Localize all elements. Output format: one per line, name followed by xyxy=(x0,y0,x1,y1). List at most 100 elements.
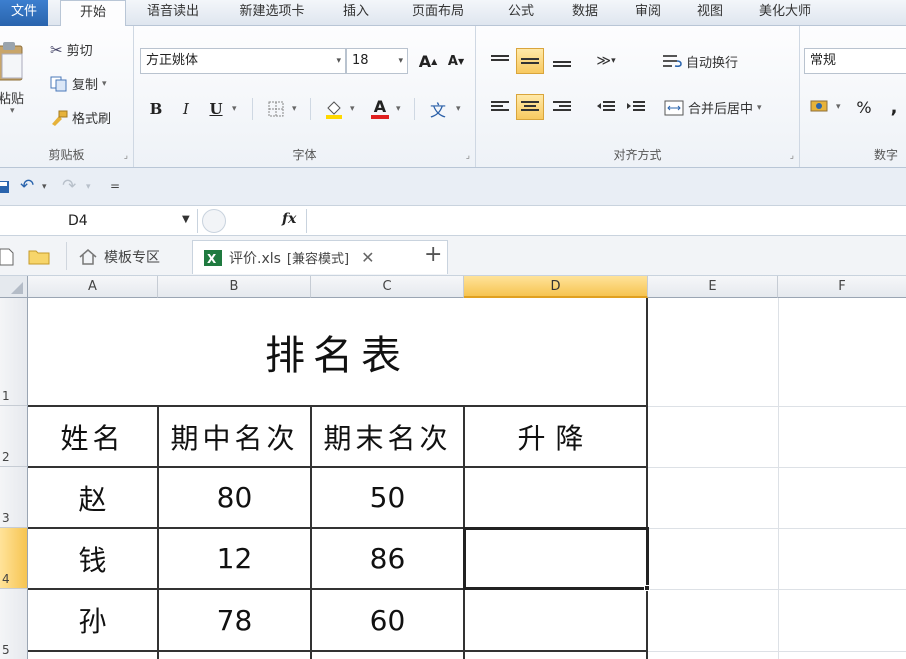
column-header-d[interactable]: D xyxy=(464,276,648,298)
accounting-dropdown-icon[interactable]: ▾ xyxy=(836,102,841,112)
clipboard-launcher-icon[interactable]: ⌟ xyxy=(124,151,128,161)
phonetic-button[interactable]: 文 xyxy=(424,96,452,122)
font-color-dropdown-icon[interactable]: ▾ xyxy=(396,104,401,114)
template-zone-tab[interactable]: 模板专区 xyxy=(78,240,160,274)
tab-data[interactable]: 数据 xyxy=(554,0,616,26)
bottom-align-button[interactable] xyxy=(548,48,576,74)
row-header-3[interactable]: 3 xyxy=(0,467,28,528)
tab-view[interactable]: 视图 xyxy=(680,0,740,26)
copy-dropdown-icon[interactable]: ▾ xyxy=(102,79,107,89)
formula-input[interactable] xyxy=(306,209,906,233)
underline-dropdown-icon[interactable]: ▾ xyxy=(232,104,237,114)
data-cell-d3[interactable] xyxy=(465,468,646,527)
grow-font-button[interactable]: A ▲ xyxy=(414,48,442,74)
data-cell-a4[interactable]: 钱 xyxy=(28,529,157,588)
merge-center-button[interactable]: 合并后居中 ▾ xyxy=(664,98,762,117)
data-cell-a5[interactable]: 孙 xyxy=(28,590,157,650)
header-cell-change[interactable]: 升降 xyxy=(465,407,646,466)
tab-insert[interactable]: 插入 xyxy=(324,0,388,26)
comma-style-button[interactable]: , xyxy=(880,94,906,120)
top-align-button[interactable] xyxy=(486,48,514,74)
column-header-c[interactable]: C xyxy=(311,276,464,298)
row-header-2[interactable]: 2 xyxy=(0,406,28,467)
accounting-format-button[interactable] xyxy=(806,94,834,120)
tab-new-tab[interactable]: 新建选项卡 xyxy=(220,0,324,26)
column-header-b[interactable]: B xyxy=(158,276,311,298)
number-format-combo[interactable]: 常规 xyxy=(804,48,906,74)
redo-icon: ↷ xyxy=(62,176,77,196)
cut-button[interactable]: ✂ 剪切 xyxy=(50,40,93,60)
data-cell-c5[interactable]: 60 xyxy=(312,590,463,650)
row-header-5[interactable]: 5 xyxy=(0,589,28,659)
tab-evaluation-xls[interactable]: X 评价.xls [兼容模式] ✕ xyxy=(192,240,448,274)
font-size-combo[interactable]: 18 ▾ xyxy=(346,48,408,74)
column-header-a[interactable]: A xyxy=(28,276,158,298)
name-box[interactable]: D4 ▼ xyxy=(0,209,198,233)
format-painter-button[interactable]: 格式刷 xyxy=(50,108,111,127)
borders-button[interactable] xyxy=(262,96,290,122)
header-cell-name[interactable]: 姓名 xyxy=(28,407,157,466)
borders-dropdown-icon[interactable]: ▾ xyxy=(292,104,297,114)
customize-toolbar-icon[interactable]: = xyxy=(110,179,120,193)
undo-dropdown-icon[interactable]: ▾ xyxy=(42,182,47,192)
align-left-button[interactable] xyxy=(486,94,514,120)
middle-align-button[interactable] xyxy=(516,48,544,74)
tab-file[interactable]: 文件 xyxy=(0,0,48,26)
undo-icon[interactable]: ↶ xyxy=(20,176,34,196)
row-header-1[interactable]: 1 xyxy=(0,298,28,406)
tab-beautify-master[interactable]: 美化大师 xyxy=(740,0,830,26)
phonetic-dropdown-icon[interactable]: ▾ xyxy=(456,104,461,114)
wrap-text-button[interactable]: 自动换行 xyxy=(662,52,738,71)
increase-indent-button[interactable] xyxy=(622,94,650,120)
orientation-button[interactable]: ≫ ▾ xyxy=(592,48,620,74)
table-title-cell[interactable]: 排名表 xyxy=(28,298,646,405)
bold-button[interactable]: B xyxy=(142,96,170,122)
tab-page-layout[interactable]: 页面布局 xyxy=(388,0,488,26)
active-cell-selection[interactable] xyxy=(463,527,649,590)
data-cell-d5[interactable] xyxy=(465,590,646,650)
tab-review[interactable]: 审阅 xyxy=(616,0,680,26)
decrease-indent-button[interactable] xyxy=(592,94,620,120)
tab-home[interactable]: 开始 xyxy=(60,0,126,27)
header-cell-midterm-rank[interactable]: 期中名次 xyxy=(159,407,310,466)
tab-voice-read[interactable]: 语音读出 xyxy=(126,0,220,26)
align-right-button[interactable] xyxy=(548,94,576,120)
new-document-icon[interactable] xyxy=(0,248,14,266)
data-cell-c3[interactable]: 50 xyxy=(312,468,463,527)
data-cell-b3[interactable]: 80 xyxy=(159,468,310,527)
save-icon[interactable] xyxy=(0,180,10,194)
select-all-corner[interactable] xyxy=(0,276,28,298)
insert-function-icon[interactable]: fx xyxy=(282,211,296,227)
fill-handle[interactable] xyxy=(644,585,650,591)
chevron-down-icon: ▾ xyxy=(336,56,341,66)
tab-formulas[interactable]: 公式 xyxy=(488,0,554,26)
header-cell-final-rank[interactable]: 期末名次 xyxy=(312,407,463,466)
data-cell-b4[interactable]: 12 xyxy=(159,529,310,588)
data-cell-c4[interactable]: 86 xyxy=(312,529,463,588)
italic-button[interactable]: I xyxy=(172,96,200,122)
cut-label: 剪切 xyxy=(66,44,93,59)
data-cell-b5[interactable]: 78 xyxy=(159,590,310,650)
alignment-launcher-icon[interactable]: ⌟ xyxy=(790,151,794,161)
row-header-4[interactable]: 4 xyxy=(0,528,28,589)
percent-button[interactable]: % xyxy=(850,94,878,120)
close-icon[interactable]: ✕ xyxy=(361,248,374,267)
chevron-down-icon[interactable]: ▼ xyxy=(182,214,190,225)
folder-icon[interactable] xyxy=(28,249,50,265)
paste-button[interactable]: 粘贴 ▾ xyxy=(0,40,36,116)
fill-color-dropdown-icon[interactable]: ▾ xyxy=(350,104,355,114)
merge-dropdown-icon[interactable]: ▾ xyxy=(757,103,762,113)
data-cell-a3[interactable]: 赵 xyxy=(28,468,157,527)
paste-dropdown-icon[interactable]: ▾ xyxy=(10,106,15,116)
copy-button[interactable]: 复制 ▾ xyxy=(50,74,107,93)
fill-color-button[interactable] xyxy=(320,96,348,122)
underline-button[interactable]: U xyxy=(202,96,230,122)
shrink-font-button[interactable]: A ▼ xyxy=(442,48,470,74)
font-name-combo[interactable]: 方正姚体 ▾ xyxy=(140,48,346,74)
column-header-e[interactable]: E xyxy=(648,276,778,298)
align-center-button[interactable] xyxy=(516,94,544,120)
font-launcher-icon[interactable]: ⌟ xyxy=(466,151,470,161)
column-header-f[interactable]: F xyxy=(778,276,906,298)
add-tab-icon[interactable]: + xyxy=(424,242,442,267)
font-color-button[interactable]: A xyxy=(366,96,394,122)
